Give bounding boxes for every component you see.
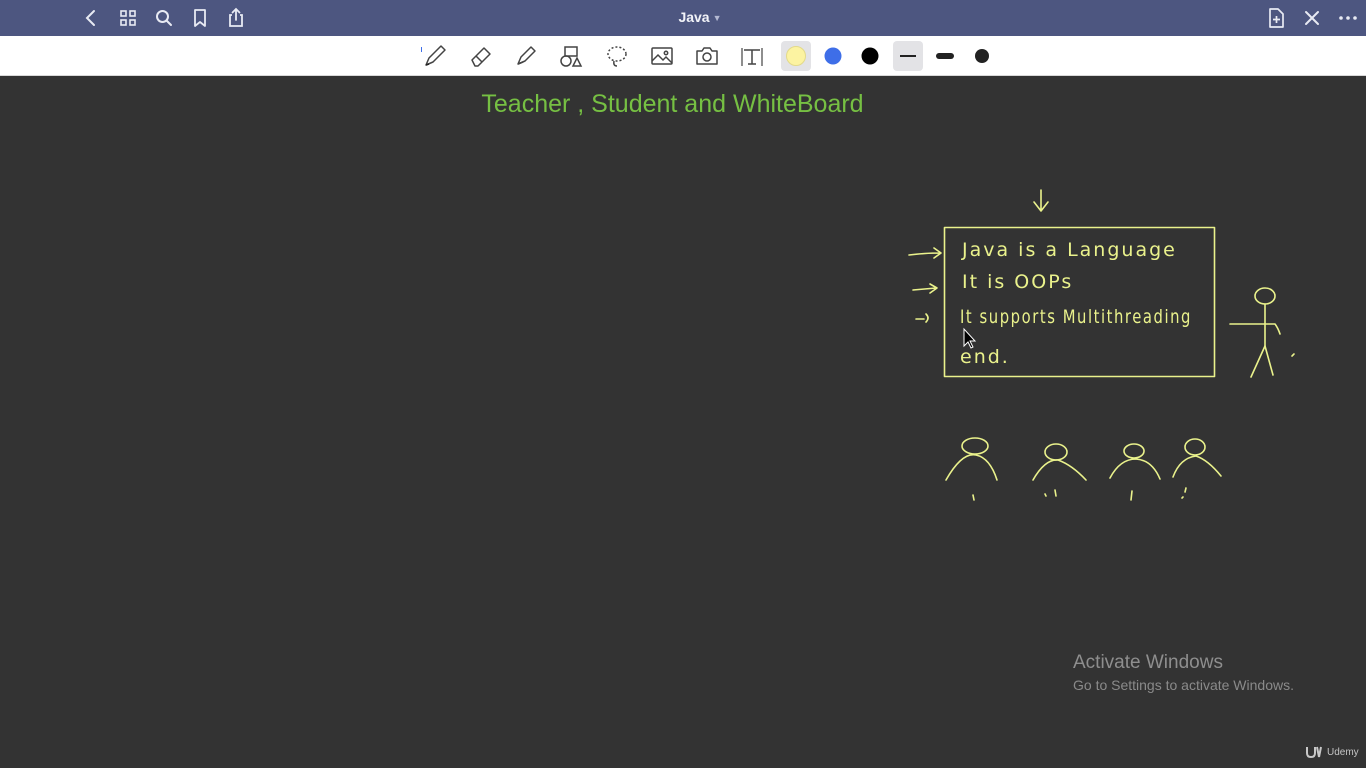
highlighter-tool[interactable]: [511, 41, 541, 71]
new-page-icon[interactable]: [1264, 6, 1288, 30]
down-arrow-mark: [1033, 189, 1049, 212]
stroke-medium[interactable]: [930, 41, 960, 71]
teacher-figure: [1229, 287, 1295, 378]
student-figure-1: [945, 437, 998, 501]
arrow-mark-2: [912, 283, 938, 294]
grid-icon[interactable]: [116, 6, 140, 30]
drawing-toolbar: [0, 36, 1366, 76]
board-line-2: It is OOPs: [962, 271, 1073, 293]
document-title[interactable]: Java ▼: [640, 9, 760, 25]
color-swatch-blue[interactable]: [818, 41, 848, 71]
color-swatch-yellow[interactable]: [781, 41, 811, 71]
share-icon[interactable]: [224, 6, 248, 30]
stroke-thin[interactable]: [893, 41, 923, 71]
arrow-mark-3: [915, 313, 929, 323]
page-title: Teacher , Student and WhiteBoard: [481, 90, 864, 118]
lasso-tool[interactable]: [602, 41, 632, 71]
eraser-tool[interactable]: [466, 41, 496, 71]
student-figure-4: [1172, 438, 1222, 499]
student-figure-3: [1109, 443, 1161, 501]
activate-windows-watermark: Activate Windows Go to Settings to activ…: [1073, 652, 1294, 693]
activate-subtitle: Go to Settings to activate Windows.: [1073, 677, 1294, 693]
whiteboard-sketch: Java is a Language It is OOPs It support…: [908, 189, 1295, 501]
arrow-mark-1: [908, 247, 942, 259]
stroke-thick[interactable]: [967, 41, 997, 71]
text-tool[interactable]: [737, 41, 767, 71]
image-tool[interactable]: [647, 41, 677, 71]
search-icon[interactable]: [152, 6, 176, 30]
board-line-1: Java is a Language: [961, 239, 1177, 261]
chevron-down-icon: ▼: [712, 13, 722, 23]
back-icon[interactable]: [79, 6, 103, 30]
udemy-label: Udemy: [1327, 746, 1359, 758]
udemy-logo: Udemy: [1305, 745, 1359, 759]
shapes-tool[interactable]: [556, 41, 586, 71]
camera-tool[interactable]: [692, 41, 722, 71]
pen-tool[interactable]: [420, 41, 450, 71]
board-line-3: It supports Multithreading: [960, 306, 1192, 328]
close-icon[interactable]: [1300, 6, 1324, 30]
student-figure-2: [1032, 443, 1087, 497]
bookmark-icon[interactable]: [188, 6, 212, 30]
activate-title: Activate Windows: [1073, 652, 1223, 673]
document-title-text: Java: [678, 9, 710, 25]
udemy-icon: [1306, 746, 1322, 759]
color-swatch-black[interactable]: [855, 41, 885, 71]
board-line-4: end.: [960, 346, 1010, 368]
title-bar: Java ▼: [0, 0, 1366, 36]
more-icon[interactable]: [1336, 6, 1360, 30]
